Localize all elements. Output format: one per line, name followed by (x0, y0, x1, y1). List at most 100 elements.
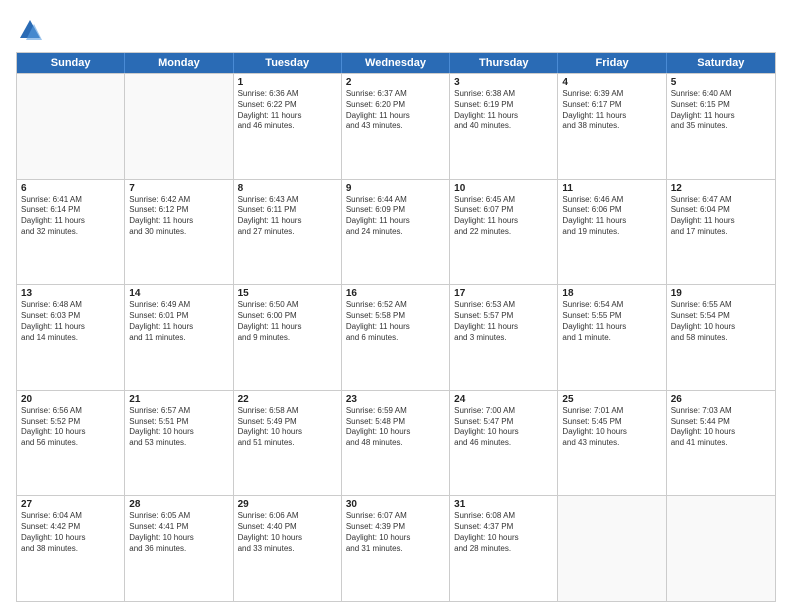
cell-line: and 46 minutes. (238, 121, 337, 132)
cell-line: Sunrise: 6:06 AM (238, 511, 337, 522)
cell-line: Sunrise: 6:56 AM (21, 406, 120, 417)
cell-line: Daylight: 10 hours (454, 427, 553, 438)
cell-line: Sunrise: 6:41 AM (21, 195, 120, 206)
day-number: 5 (671, 77, 771, 88)
cell-line: Sunrise: 6:57 AM (129, 406, 228, 417)
cell-line: Sunset: 6:14 PM (21, 205, 120, 216)
calendar-cell: 30Sunrise: 6:07 AMSunset: 4:39 PMDayligh… (342, 496, 450, 601)
cell-line: and 38 minutes. (562, 121, 661, 132)
cell-line: Sunrise: 6:44 AM (346, 195, 445, 206)
calendar-row: 13Sunrise: 6:48 AMSunset: 6:03 PMDayligh… (17, 284, 775, 390)
calendar-cell: 14Sunrise: 6:49 AMSunset: 6:01 PMDayligh… (125, 285, 233, 390)
day-number: 24 (454, 394, 553, 405)
cell-line: Sunrise: 7:01 AM (562, 406, 661, 417)
day-number: 15 (238, 288, 337, 299)
cell-line: and 27 minutes. (238, 227, 337, 238)
cell-line: Sunset: 5:55 PM (562, 311, 661, 322)
cell-line: Sunrise: 6:07 AM (346, 511, 445, 522)
day-number: 27 (21, 499, 120, 510)
cell-line: Daylight: 10 hours (21, 427, 120, 438)
cell-line: Daylight: 10 hours (21, 533, 120, 544)
cell-line: Daylight: 10 hours (562, 427, 661, 438)
calendar-cell: 6Sunrise: 6:41 AMSunset: 6:14 PMDaylight… (17, 180, 125, 285)
day-number: 20 (21, 394, 120, 405)
day-number: 14 (129, 288, 228, 299)
cell-line: Sunrise: 6:55 AM (671, 300, 771, 311)
cell-line: Sunset: 6:07 PM (454, 205, 553, 216)
cell-line: Sunrise: 6:45 AM (454, 195, 553, 206)
cell-line: Daylight: 10 hours (671, 322, 771, 333)
day-number: 1 (238, 77, 337, 88)
cell-line: Sunrise: 6:43 AM (238, 195, 337, 206)
logo-icon (16, 16, 44, 44)
day-number: 6 (21, 183, 120, 194)
day-number: 18 (562, 288, 661, 299)
cell-line: Sunset: 6:19 PM (454, 100, 553, 111)
cell-line: Sunrise: 6:50 AM (238, 300, 337, 311)
day-number: 9 (346, 183, 445, 194)
cell-line: Sunset: 6:12 PM (129, 205, 228, 216)
calendar: SundayMondayTuesdayWednesdayThursdayFrid… (16, 52, 776, 602)
cell-line: Daylight: 10 hours (238, 427, 337, 438)
cell-line: and 56 minutes. (21, 438, 120, 449)
cell-line: and 38 minutes. (21, 544, 120, 555)
cell-line: Sunset: 5:49 PM (238, 417, 337, 428)
day-number: 8 (238, 183, 337, 194)
cell-line: Sunrise: 6:52 AM (346, 300, 445, 311)
calendar-cell: 5Sunrise: 6:40 AMSunset: 6:15 PMDaylight… (667, 74, 775, 179)
calendar-cell: 26Sunrise: 7:03 AMSunset: 5:44 PMDayligh… (667, 391, 775, 496)
day-number: 22 (238, 394, 337, 405)
cell-line: Daylight: 11 hours (346, 216, 445, 227)
day-number: 26 (671, 394, 771, 405)
cell-line: and 30 minutes. (129, 227, 228, 238)
day-number: 28 (129, 499, 228, 510)
cell-line: Daylight: 11 hours (238, 216, 337, 227)
cell-line: Daylight: 11 hours (454, 111, 553, 122)
calendar-cell: 25Sunrise: 7:01 AMSunset: 5:45 PMDayligh… (558, 391, 666, 496)
cell-line: and 31 minutes. (346, 544, 445, 555)
calendar-cell (125, 74, 233, 179)
cell-line: Sunset: 4:41 PM (129, 522, 228, 533)
cell-line: Daylight: 11 hours (21, 216, 120, 227)
cell-line: Sunset: 4:40 PM (238, 522, 337, 533)
calendar-cell: 4Sunrise: 6:39 AMSunset: 6:17 PMDaylight… (558, 74, 666, 179)
cell-line: Sunrise: 6:53 AM (454, 300, 553, 311)
cell-line: Daylight: 10 hours (671, 427, 771, 438)
cell-line: Daylight: 11 hours (671, 216, 771, 227)
calendar-row: 27Sunrise: 6:04 AMSunset: 4:42 PMDayligh… (17, 495, 775, 601)
calendar-cell: 7Sunrise: 6:42 AMSunset: 6:12 PMDaylight… (125, 180, 233, 285)
day-number: 21 (129, 394, 228, 405)
day-number: 31 (454, 499, 553, 510)
calendar-cell: 8Sunrise: 6:43 AMSunset: 6:11 PMDaylight… (234, 180, 342, 285)
cell-line: Sunset: 5:51 PM (129, 417, 228, 428)
day-number: 10 (454, 183, 553, 194)
cell-line: Sunrise: 6:05 AM (129, 511, 228, 522)
cell-line: Daylight: 10 hours (346, 533, 445, 544)
cell-line: and 46 minutes. (454, 438, 553, 449)
cell-line: Sunrise: 6:58 AM (238, 406, 337, 417)
cell-line: Sunset: 5:58 PM (346, 311, 445, 322)
weekday-header: Sunday (17, 53, 125, 73)
cell-line: Sunrise: 6:04 AM (21, 511, 120, 522)
cell-line: and 1 minute. (562, 333, 661, 344)
day-number: 25 (562, 394, 661, 405)
cell-line: Daylight: 10 hours (454, 533, 553, 544)
cell-line: Sunset: 6:06 PM (562, 205, 661, 216)
weekday-header: Friday (558, 53, 666, 73)
cell-line: Daylight: 10 hours (238, 533, 337, 544)
cell-line: Daylight: 11 hours (562, 216, 661, 227)
cell-line: Sunrise: 6:39 AM (562, 89, 661, 100)
cell-line: Sunrise: 6:08 AM (454, 511, 553, 522)
cell-line: Daylight: 11 hours (346, 111, 445, 122)
cell-line: Sunrise: 6:59 AM (346, 406, 445, 417)
cell-line: and 51 minutes. (238, 438, 337, 449)
cell-line: Sunset: 4:37 PM (454, 522, 553, 533)
day-number: 4 (562, 77, 661, 88)
calendar-cell: 21Sunrise: 6:57 AMSunset: 5:51 PMDayligh… (125, 391, 233, 496)
cell-line: Daylight: 11 hours (129, 216, 228, 227)
calendar-cell: 27Sunrise: 6:04 AMSunset: 4:42 PMDayligh… (17, 496, 125, 601)
cell-line: Daylight: 11 hours (454, 322, 553, 333)
cell-line: and 14 minutes. (21, 333, 120, 344)
cell-line: Sunset: 4:42 PM (21, 522, 120, 533)
weekday-header: Thursday (450, 53, 558, 73)
